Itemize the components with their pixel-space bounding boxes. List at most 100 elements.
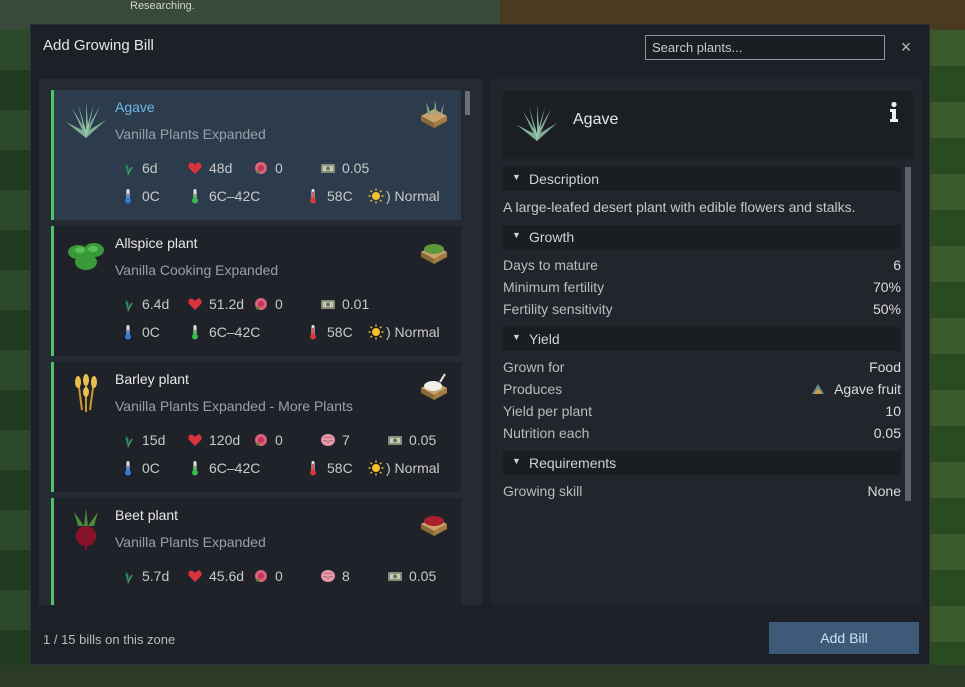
value: 0.05	[409, 432, 437, 448]
max-temp: 58C	[327, 460, 353, 476]
detail-scrollbar[interactable]	[905, 167, 911, 501]
sun-icon	[368, 460, 384, 476]
opt-temp-stat: 6C–42C	[187, 188, 260, 204]
nutrition-row: Nutrition each 0.05	[503, 425, 901, 445]
background-research-label: Researching.	[130, 0, 195, 12]
dialog-title: Add Growing Bill	[43, 37, 154, 54]
sun-icon	[368, 188, 384, 204]
caret-down-icon: ▼	[512, 172, 521, 182]
section-label: Requirements	[529, 455, 617, 471]
grow-days-stat: 6.4d	[120, 296, 169, 312]
plant-detail-panel: Agave ▼ Description A large-leafed deser…	[491, 79, 923, 605]
harvest: 0	[275, 568, 283, 584]
brain-stat: 8	[320, 568, 350, 584]
row-label: Growing skill	[503, 483, 583, 499]
thermometer-blue-icon	[120, 188, 136, 204]
sun-icon	[368, 324, 384, 340]
plant-name: Allspice plant	[115, 235, 198, 251]
agave-fruit-icon	[810, 381, 826, 397]
planter-icon	[418, 234, 450, 266]
section-description[interactable]: ▼ Description	[503, 167, 901, 191]
harvest-stat: 0	[253, 432, 283, 448]
thermometer-red-icon	[305, 188, 321, 204]
brain-icon	[320, 568, 336, 584]
harvest-stat: 0	[253, 568, 283, 584]
section-yield[interactable]: ▼ Yield	[503, 327, 901, 351]
plant-name: Agave	[115, 99, 155, 115]
thermometer-green-icon	[187, 460, 203, 476]
plant-card-barley[interactable]: Barley plant Vanilla Plants Expanded - M…	[51, 362, 461, 492]
growing-skill-row: Growing skill None	[503, 483, 901, 503]
row-value: Agave fruit	[834, 381, 901, 397]
grow-days: 5.7d	[142, 568, 170, 584]
brain: 8	[342, 568, 350, 584]
detail-title: Agave	[573, 111, 619, 128]
search-input[interactable]	[645, 35, 885, 60]
harvest-stat: 0	[253, 296, 283, 312]
section-requirements[interactable]: ▼ Requirements	[503, 451, 901, 475]
plant-mod: Vanilla Plants Expanded	[115, 126, 266, 142]
bills-status: 1 / 15 bills on this zone	[43, 632, 176, 647]
plant-list: Agave Vanilla Plants Expanded 6d 48d 0 0…	[39, 79, 483, 605]
thermometer-red-icon	[305, 324, 321, 340]
grown-for-row: Grown for Food	[503, 359, 901, 379]
grow-days-stat: 5.7d	[120, 568, 169, 584]
list-scrollbar[interactable]	[465, 91, 470, 115]
grow-days: 15d	[142, 432, 166, 448]
plant-card-beet[interactable]: Beet plant Vanilla Plants Expanded 5.7d …	[51, 498, 461, 605]
min-temp: 0C	[142, 460, 160, 476]
light-stat: ) Normal	[368, 324, 440, 340]
max-temp-stat: 58C	[305, 324, 353, 340]
lifespan-stat: 51.2d	[187, 296, 244, 312]
heart-icon	[187, 432, 203, 448]
value: 0.05	[409, 568, 437, 584]
close-button[interactable]: ×	[897, 37, 915, 57]
sprout-icon	[120, 296, 136, 312]
value-stat: 0.05	[320, 160, 369, 176]
value-stat: 0.05	[387, 432, 436, 448]
harvest: 0	[275, 160, 283, 176]
opt-temp: 6C–42C	[209, 460, 261, 476]
brain-icon	[320, 432, 336, 448]
heart-icon	[187, 568, 203, 584]
plant-card-agave[interactable]: Agave Vanilla Plants Expanded 6d 48d 0 0…	[51, 90, 461, 220]
harvest: 0	[275, 296, 283, 312]
row-value: 50%	[872, 301, 901, 317]
plant-mod: Vanilla Plants Expanded	[115, 534, 266, 550]
section-growth[interactable]: ▼ Growth	[503, 225, 901, 249]
lifespan-stat: 48d	[187, 160, 232, 176]
max-temp-stat: 58C	[305, 188, 353, 204]
beet-icon	[64, 506, 108, 550]
info-icon[interactable]	[887, 101, 901, 123]
planter-icon	[418, 506, 450, 538]
light: ) Normal	[386, 460, 440, 476]
silver-icon	[387, 568, 403, 584]
add-growing-bill-dialog: Add Growing Bill × Agave Vanilla Plants …	[30, 24, 930, 665]
value-stat: 0.01	[320, 296, 369, 312]
lifespan-stat: 45.6d	[187, 568, 244, 584]
section-label: Description	[529, 171, 600, 187]
row-label: Fertility sensitivity	[503, 301, 613, 317]
max-temp: 58C	[327, 188, 353, 204]
thermometer-red-icon	[305, 460, 321, 476]
row-value: 6	[893, 257, 901, 273]
row-label: Grown for	[503, 359, 565, 375]
brain-stat: 7	[320, 432, 350, 448]
brain: 7	[342, 432, 350, 448]
plant-card-allspice[interactable]: Allspice plant Vanilla Cooking Expanded …	[51, 226, 461, 356]
silver-icon	[320, 160, 336, 176]
plant-mod: Vanilla Cooking Expanded	[115, 262, 279, 278]
thermometer-green-icon	[187, 188, 203, 204]
planter-icon	[418, 370, 450, 402]
rose-icon	[253, 296, 269, 312]
add-bill-button[interactable]: Add Bill	[769, 622, 919, 654]
lifespan: 45.6d	[209, 568, 245, 584]
harvest: 0	[275, 432, 283, 448]
thermometer-green-icon	[187, 324, 203, 340]
fertility-sensitivity-row: Fertility sensitivity 50%	[503, 301, 901, 321]
grow-days-stat: 6d	[120, 160, 158, 176]
thermometer-blue-icon	[120, 460, 136, 476]
detail-header: Agave	[503, 91, 913, 159]
planter-icon	[418, 98, 450, 130]
lifespan: 51.2d	[209, 296, 245, 312]
